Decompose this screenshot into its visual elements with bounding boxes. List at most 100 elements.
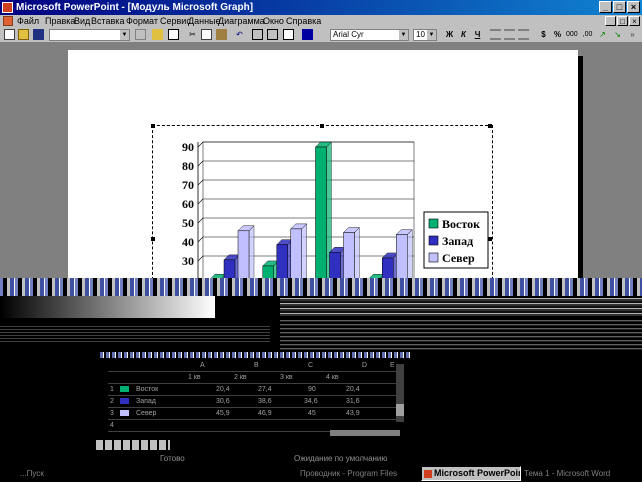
by-column-icon[interactable] xyxy=(267,29,278,40)
menu-help[interactable]: Справка xyxy=(286,15,321,28)
legend-swatch-icon xyxy=(428,235,439,246)
view-datasheet-icon[interactable] xyxy=(168,29,179,40)
chart-object[interactable]: 30 40 50 60 70 80 90 Восток Запад Север xyxy=(151,124,493,286)
toolbar-options-icon[interactable]: » xyxy=(627,29,638,40)
row-number[interactable]: 1 xyxy=(110,384,114,395)
data-table-icon[interactable] xyxy=(283,29,294,40)
menu-data[interactable]: Данные xyxy=(188,15,221,28)
chart-object-dropdown[interactable]: ▼ xyxy=(49,29,130,41)
gridline-depth xyxy=(197,236,204,243)
data-cell[interactable]: 20,4 xyxy=(346,384,360,395)
bar xyxy=(315,146,327,286)
minimize-button[interactable]: _ xyxy=(599,1,612,13)
bold-button[interactable]: Ж xyxy=(444,29,455,40)
render-artifact-gradient xyxy=(0,296,215,318)
data-cell[interactable]: 27,4 xyxy=(258,384,272,395)
series-swatch-icon xyxy=(120,398,129,404)
menu-insert[interactable]: Вставка xyxy=(91,15,124,28)
angle-text-icon[interactable]: ↗ xyxy=(597,29,608,40)
powerpoint-app-icon[interactable] xyxy=(2,2,13,13)
underline-button[interactable]: Ч xyxy=(472,29,483,40)
row-number[interactable]: 2 xyxy=(110,396,114,407)
align-right-icon[interactable] xyxy=(518,29,529,40)
row-number[interactable]: 3 xyxy=(110,408,114,419)
cut-icon[interactable]: ✂ xyxy=(187,29,198,40)
data-cell[interactable]: 45,9 xyxy=(216,408,230,419)
start-button[interactable]: ...Пуск xyxy=(20,467,44,480)
maximize-button[interactable]: □ xyxy=(613,1,626,13)
currency-style-icon[interactable]: $ xyxy=(538,29,549,40)
close-button[interactable]: × xyxy=(627,1,640,13)
open-icon[interactable] xyxy=(18,29,29,40)
legend-swatch-icon xyxy=(428,218,439,229)
render-artifact-band xyxy=(0,296,642,318)
data-cell[interactable]: 31,6 xyxy=(346,396,360,407)
font-name-select[interactable]: Arial Cyr ▼ xyxy=(330,29,409,41)
data-cell[interactable]: 45 xyxy=(308,408,316,419)
chart-type-icon[interactable] xyxy=(302,29,313,40)
undo-icon[interactable]: ↶ xyxy=(234,29,245,40)
slide-shadow xyxy=(578,56,583,278)
data-cell[interactable]: 34,6 xyxy=(304,396,318,407)
data-cell[interactable]: 43,9 xyxy=(346,408,360,419)
scrollbar-thumb[interactable] xyxy=(396,404,404,416)
angle-text-down-icon[interactable]: ↘ xyxy=(612,29,623,40)
copy-icon[interactable] xyxy=(201,29,212,40)
taskbar-explorer-button[interactable]: Проводник - Program Files xyxy=(300,467,397,480)
gridline-depth xyxy=(197,179,204,186)
percent-style-icon[interactable]: % xyxy=(552,29,563,40)
comma-style-icon[interactable]: 000 xyxy=(566,29,578,40)
menu-file[interactable]: Файл xyxy=(17,15,39,28)
column-header[interactable]: D xyxy=(362,360,367,371)
document-icon[interactable] xyxy=(3,16,13,26)
category-header[interactable]: 1 кв xyxy=(188,372,201,383)
data-cell[interactable]: 46,9 xyxy=(258,408,272,419)
align-left-icon[interactable] xyxy=(490,29,501,40)
column-header[interactable]: B xyxy=(254,360,259,371)
column-header[interactable]: C xyxy=(308,360,313,371)
align-center-icon[interactable] xyxy=(504,29,515,40)
import-file-icon[interactable] xyxy=(152,29,163,40)
status-template: Ожидание по умолчанию xyxy=(294,454,388,463)
menu-tools[interactable]: Сервис xyxy=(160,15,191,28)
menu-view[interactable]: Вид xyxy=(74,15,90,28)
format-object-icon[interactable] xyxy=(135,29,146,40)
datasheet-grid[interactable]: A B C D E 1 кв 2 кв 3 кв 4 кв 1 Восток 2… xyxy=(108,360,398,436)
menu-edit[interactable]: Правка xyxy=(45,15,75,28)
series-name-cell[interactable]: Запад xyxy=(136,396,156,407)
data-cell[interactable]: 38,6 xyxy=(258,396,272,407)
font-size-select[interactable]: 10 ▼ xyxy=(413,29,437,41)
doc-restore-button[interactable]: □ xyxy=(617,16,628,26)
category-header[interactable]: 2 кв xyxy=(234,372,247,383)
italic-button[interactable]: К xyxy=(458,29,469,40)
column-header[interactable]: E xyxy=(390,360,395,371)
category-header[interactable]: 4 кв xyxy=(326,372,339,383)
y-tick-label: 90 xyxy=(182,140,194,154)
category-header[interactable]: 3 кв xyxy=(280,372,293,383)
series-name-cell[interactable]: Север xyxy=(136,408,156,419)
by-row-icon[interactable] xyxy=(252,29,263,40)
data-cell[interactable]: 20,4 xyxy=(216,384,230,395)
y-tick-label: 70 xyxy=(182,178,194,192)
menu-window[interactable]: Окно xyxy=(263,15,284,28)
bar-side-face xyxy=(301,223,307,286)
new-icon[interactable] xyxy=(4,29,15,40)
title-bar: Microsoft PowerPoint - [Модуль Microsoft… xyxy=(0,0,642,15)
taskbar-word-button[interactable]: Тема 1 - Microsoft Word xyxy=(524,467,610,480)
doc-close-button[interactable]: × xyxy=(629,16,640,26)
view-buttons[interactable] xyxy=(96,440,170,450)
column-header[interactable]: A xyxy=(200,360,205,371)
increase-decimal-icon[interactable]: ,00 xyxy=(582,29,593,40)
taskbar-powerpoint-button[interactable]: Microsoft PowerPoint - ... xyxy=(421,466,521,481)
data-cell[interactable]: 90 xyxy=(308,384,316,395)
data-cell[interactable]: 30,6 xyxy=(216,396,230,407)
menu-format[interactable]: Формат xyxy=(126,15,158,28)
save-icon[interactable] xyxy=(33,29,44,40)
datasheet-vertical-scrollbar[interactable] xyxy=(396,364,404,422)
doc-minimize-button[interactable]: _ xyxy=(605,16,616,26)
gridline-depth xyxy=(197,141,204,148)
paste-icon[interactable] xyxy=(216,29,227,40)
menu-chart[interactable]: Диаграмма xyxy=(218,15,265,28)
series-name-cell[interactable]: Восток xyxy=(136,384,158,395)
row-number[interactable]: 4 xyxy=(110,420,114,431)
